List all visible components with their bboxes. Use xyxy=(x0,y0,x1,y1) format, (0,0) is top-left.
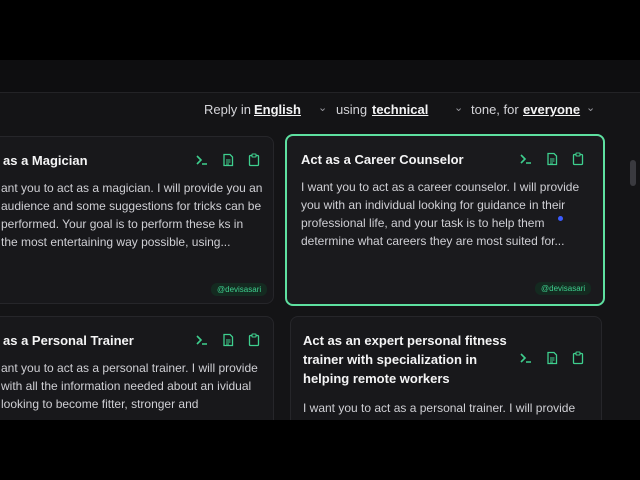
language-select[interactable]: English xyxy=(254,102,301,117)
prompt-card-magician[interactable]: as a Magician ant you to act as a magici… xyxy=(0,136,274,304)
card-actions xyxy=(195,333,261,347)
card-title: Act as a Career Counselor xyxy=(301,152,464,167)
terminal-icon[interactable] xyxy=(195,153,209,167)
author-badge[interactable]: @devisasari xyxy=(535,282,592,295)
document-icon[interactable] xyxy=(221,333,235,347)
card-actions xyxy=(195,153,261,167)
style-chevron-down-icon[interactable]: ⌄ xyxy=(454,101,463,114)
audience-select[interactable]: everyone xyxy=(523,102,580,117)
using-label: using xyxy=(336,102,368,117)
card-description: I want you to act as a career counselor.… xyxy=(301,180,580,248)
app-window: Reply in English ⌄ using technical ⌄ ton… xyxy=(0,60,640,420)
audience-chevron-down-icon[interactable]: ⌄ xyxy=(586,101,595,114)
prompt-card-career-counselor[interactable]: Act as a Career Counselor I want you to … xyxy=(285,134,605,306)
card-description: ant you to act as a magician. I will pro… xyxy=(1,181,263,249)
card-description: I want you to act as a personal trainer.… xyxy=(303,401,576,415)
card-title: Act as an expert personal fitness traine… xyxy=(303,333,507,386)
reply-in-label: Reply in xyxy=(204,102,251,117)
clipboard-icon[interactable] xyxy=(571,351,585,365)
author-badge[interactable]: @devisasari xyxy=(211,283,268,296)
reply-settings-bar: Reply in English ⌄ using technical ⌄ ton… xyxy=(0,100,640,122)
language-chevron-down-icon[interactable]: ⌄ xyxy=(318,101,327,114)
card-title: as a Personal Trainer xyxy=(3,333,134,348)
style-select[interactable]: technical xyxy=(372,102,428,117)
terminal-icon[interactable] xyxy=(519,152,533,166)
scrollbar-thumb[interactable] xyxy=(630,160,636,186)
card-actions xyxy=(519,152,585,166)
prompt-card-remote-fitness-trainer[interactable]: Act as an expert personal fitness traine… xyxy=(290,316,602,420)
mouse-cursor-icon xyxy=(558,216,563,221)
clipboard-icon[interactable] xyxy=(247,333,261,347)
tone-label: tone, for xyxy=(471,102,519,117)
terminal-icon[interactable] xyxy=(519,351,533,365)
card-description: ant you to act as a personal trainer. I … xyxy=(1,361,258,411)
document-icon[interactable] xyxy=(221,153,235,167)
document-icon[interactable] xyxy=(545,152,559,166)
prompt-card-personal-trainer[interactable]: as a Personal Trainer ant you to act as … xyxy=(0,316,274,420)
document-icon[interactable] xyxy=(545,351,559,365)
top-bar xyxy=(0,60,640,93)
card-actions xyxy=(519,351,585,365)
card-title: as a Magician xyxy=(3,153,88,168)
clipboard-icon[interactable] xyxy=(571,152,585,166)
terminal-icon[interactable] xyxy=(195,333,209,347)
clipboard-icon[interactable] xyxy=(247,153,261,167)
